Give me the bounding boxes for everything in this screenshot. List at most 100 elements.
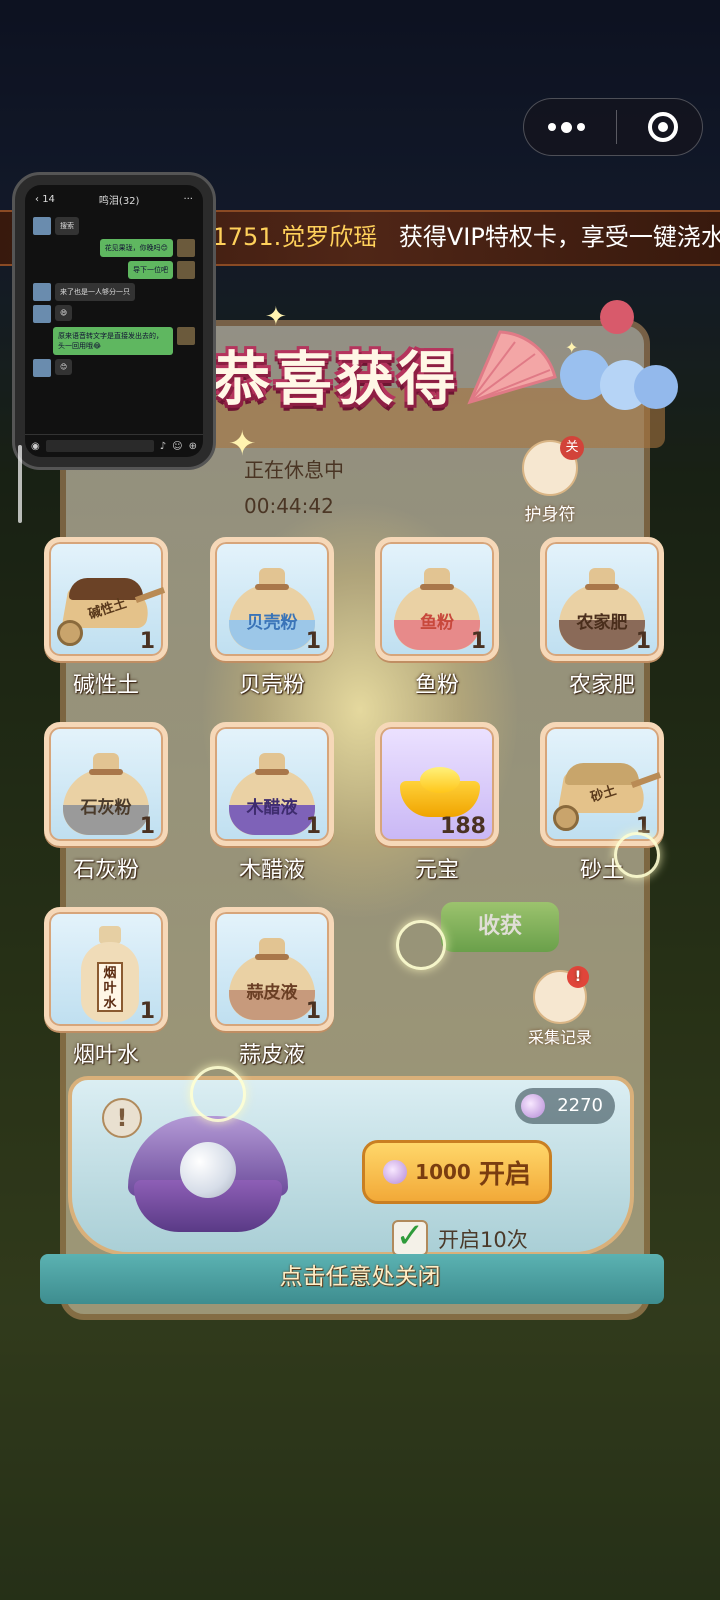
item-tile: 石灰粉 1 (44, 722, 168, 846)
sparkle-ring (396, 920, 446, 970)
charm-tag: 关 (560, 436, 584, 460)
chat-input-bar: ◉ ♪ ☺ ⊕ (25, 434, 203, 457)
fan-decoration (467, 330, 557, 405)
reward-item[interactable]: 蒜皮液 1 蒜皮液 (210, 907, 334, 1069)
sack-icon: 木醋液 (229, 747, 315, 837)
gem-balance: 2270 (515, 1088, 615, 1124)
item-label: 农家肥 (568, 673, 635, 698)
sack-icon: 鱼粉 (394, 562, 480, 652)
mic-icon[interactable]: ♪ (160, 441, 166, 452)
collection-record-button[interactable]: ! 采集记录 (520, 966, 600, 1048)
item-tile: 烟叶水 1 (44, 907, 168, 1031)
charm-button[interactable]: 关 护身符 (518, 436, 584, 525)
reward-item[interactable]: 鱼粉 1 鱼粉 (375, 537, 499, 699)
capsule-divider (616, 110, 617, 144)
sparkle-icon: ✦ (565, 338, 579, 357)
target-circle-icon[interactable] (648, 112, 678, 142)
sack-icon: 贝壳粉 (229, 562, 315, 652)
item-tile: 农家肥 1 (540, 537, 664, 661)
reward-item[interactable]: 石灰粉 1 石灰粉 (44, 722, 168, 884)
item-tile: 鱼粉 1 (375, 537, 499, 661)
chat-message: 导下一位吧 (33, 261, 195, 279)
item-tile: 蒜皮液 1 (210, 907, 334, 1031)
item-tile: 木醋液 1 (210, 722, 334, 846)
chat-message: 😊 (33, 359, 195, 377)
flower-decoration (600, 300, 634, 334)
item-tile: 碱性土 1 (44, 537, 168, 661)
charm-label: 护身符 (524, 505, 576, 525)
chat-message: 搜索 (33, 217, 195, 235)
item-label: 贝壳粉 (238, 673, 305, 698)
reward-item[interactable]: 烟叶水 1 烟叶水 (44, 907, 168, 1069)
plus-icon[interactable]: ⊕ (189, 441, 197, 452)
marquee-player: s1751.觉罗欣瑶 (200, 223, 378, 251)
chat-header: ‹ 14 鸣泪(32) ··· (25, 185, 203, 213)
chat-message: 😄 (33, 305, 195, 323)
open-button[interactable]: 1000 开启 (362, 1140, 552, 1204)
open-cost: 1000 (415, 1160, 471, 1184)
item-count: 1 (139, 999, 155, 1024)
item-count: 1 (470, 629, 486, 654)
item-label: 碱性土 (72, 673, 139, 698)
item-label: 烟叶水 (72, 1043, 139, 1068)
item-count: 1 (635, 629, 651, 654)
marquee-message: 获得VIP特权卡，享受一键浇水. (398, 223, 720, 251)
item-label: 元宝 (414, 858, 459, 883)
tile-text: 鱼粉 (420, 613, 454, 633)
record-alert-badge: ! (567, 966, 589, 988)
more-dots-icon[interactable] (548, 121, 585, 133)
close-hint[interactable]: 点击任意处关闭 (0, 1257, 720, 1291)
rest-status-text: 正在休息中 (244, 458, 344, 482)
pearl-clam-icon (128, 1106, 298, 1246)
pearl-gem-icon (521, 1094, 545, 1118)
floating-chat-window[interactable]: ‹ 14 鸣泪(32) ··· 搜索 花见果珑，你晚吗😊 导下一位吧 来了也是一… (12, 172, 216, 470)
item-count: 1 (305, 629, 321, 654)
item-tile: 188 (375, 722, 499, 846)
sparkle-ring (614, 832, 660, 878)
sparkle-icon: ✦ (265, 302, 287, 332)
item-count: 1 (305, 999, 321, 1024)
item-count: 1 (305, 814, 321, 839)
chat-input[interactable] (45, 440, 154, 452)
reward-item[interactable]: 贝壳粉 1 贝壳粉 (210, 537, 334, 699)
chat-message: 原来语音转文字是直接发出去的，头一回用哦😂 (33, 327, 195, 355)
sack-icon: 农家肥 (559, 562, 645, 652)
reward-item[interactable]: 188 元宝 (375, 722, 499, 884)
item-count: 1 (139, 629, 155, 654)
flower-decoration (634, 365, 678, 409)
reward-item[interactable]: 木醋液 1 木醋液 (210, 722, 334, 884)
item-label: 木醋液 (238, 858, 305, 883)
gourd-bottle-icon: 烟叶水 (81, 926, 139, 1022)
reward-item[interactable]: 碱性土 1 碱性土 (44, 537, 168, 699)
miniprogram-capsule (523, 98, 703, 156)
chat-title: 鸣泪(32) (98, 195, 140, 207)
side-handle[interactable] (18, 445, 22, 523)
tile-text: 贝壳粉 (246, 613, 298, 633)
gem-balance-value: 2270 (557, 1095, 603, 1116)
scroll-icon: ! (533, 966, 589, 1024)
sack-icon: 蒜皮液 (229, 932, 315, 1022)
item-count: 188 (440, 814, 486, 839)
open-ten-checkbox[interactable]: ✓ (392, 1219, 428, 1256)
tile-text: 木醋液 (246, 798, 298, 818)
item-label: 鱼粉 (414, 673, 459, 698)
charm-icon: 关 (522, 436, 584, 496)
item-label: 石灰粉 (72, 858, 139, 883)
item-label: 蒜皮液 (238, 1043, 305, 1068)
sack-icon: 石灰粉 (63, 747, 149, 837)
chat-back[interactable]: ‹ 14 (35, 194, 55, 205)
tile-text: 农家肥 (576, 613, 628, 633)
reward-item[interactable]: 农家肥 1 农家肥 (540, 537, 664, 699)
chat-message: 来了也是一人够分一只 (33, 283, 195, 301)
emoji-icon[interactable]: ☺ (172, 441, 182, 452)
tile-text: 蒜皮液 (246, 983, 298, 1003)
open-label: 开启 (478, 1159, 531, 1190)
item-tile: 砂土 1 (540, 722, 664, 846)
chat-more-icon[interactable]: ··· (183, 194, 193, 205)
pearl-gem-icon (383, 1160, 408, 1184)
chat-message: 花见果珑，你晚吗😊 (33, 239, 195, 257)
voice-icon[interactable]: ◉ (31, 441, 40, 452)
tile-text: 石灰粉 (80, 798, 132, 818)
tile-text: 烟叶水 (97, 962, 123, 1012)
item-tile: 贝壳粉 1 (210, 537, 334, 661)
